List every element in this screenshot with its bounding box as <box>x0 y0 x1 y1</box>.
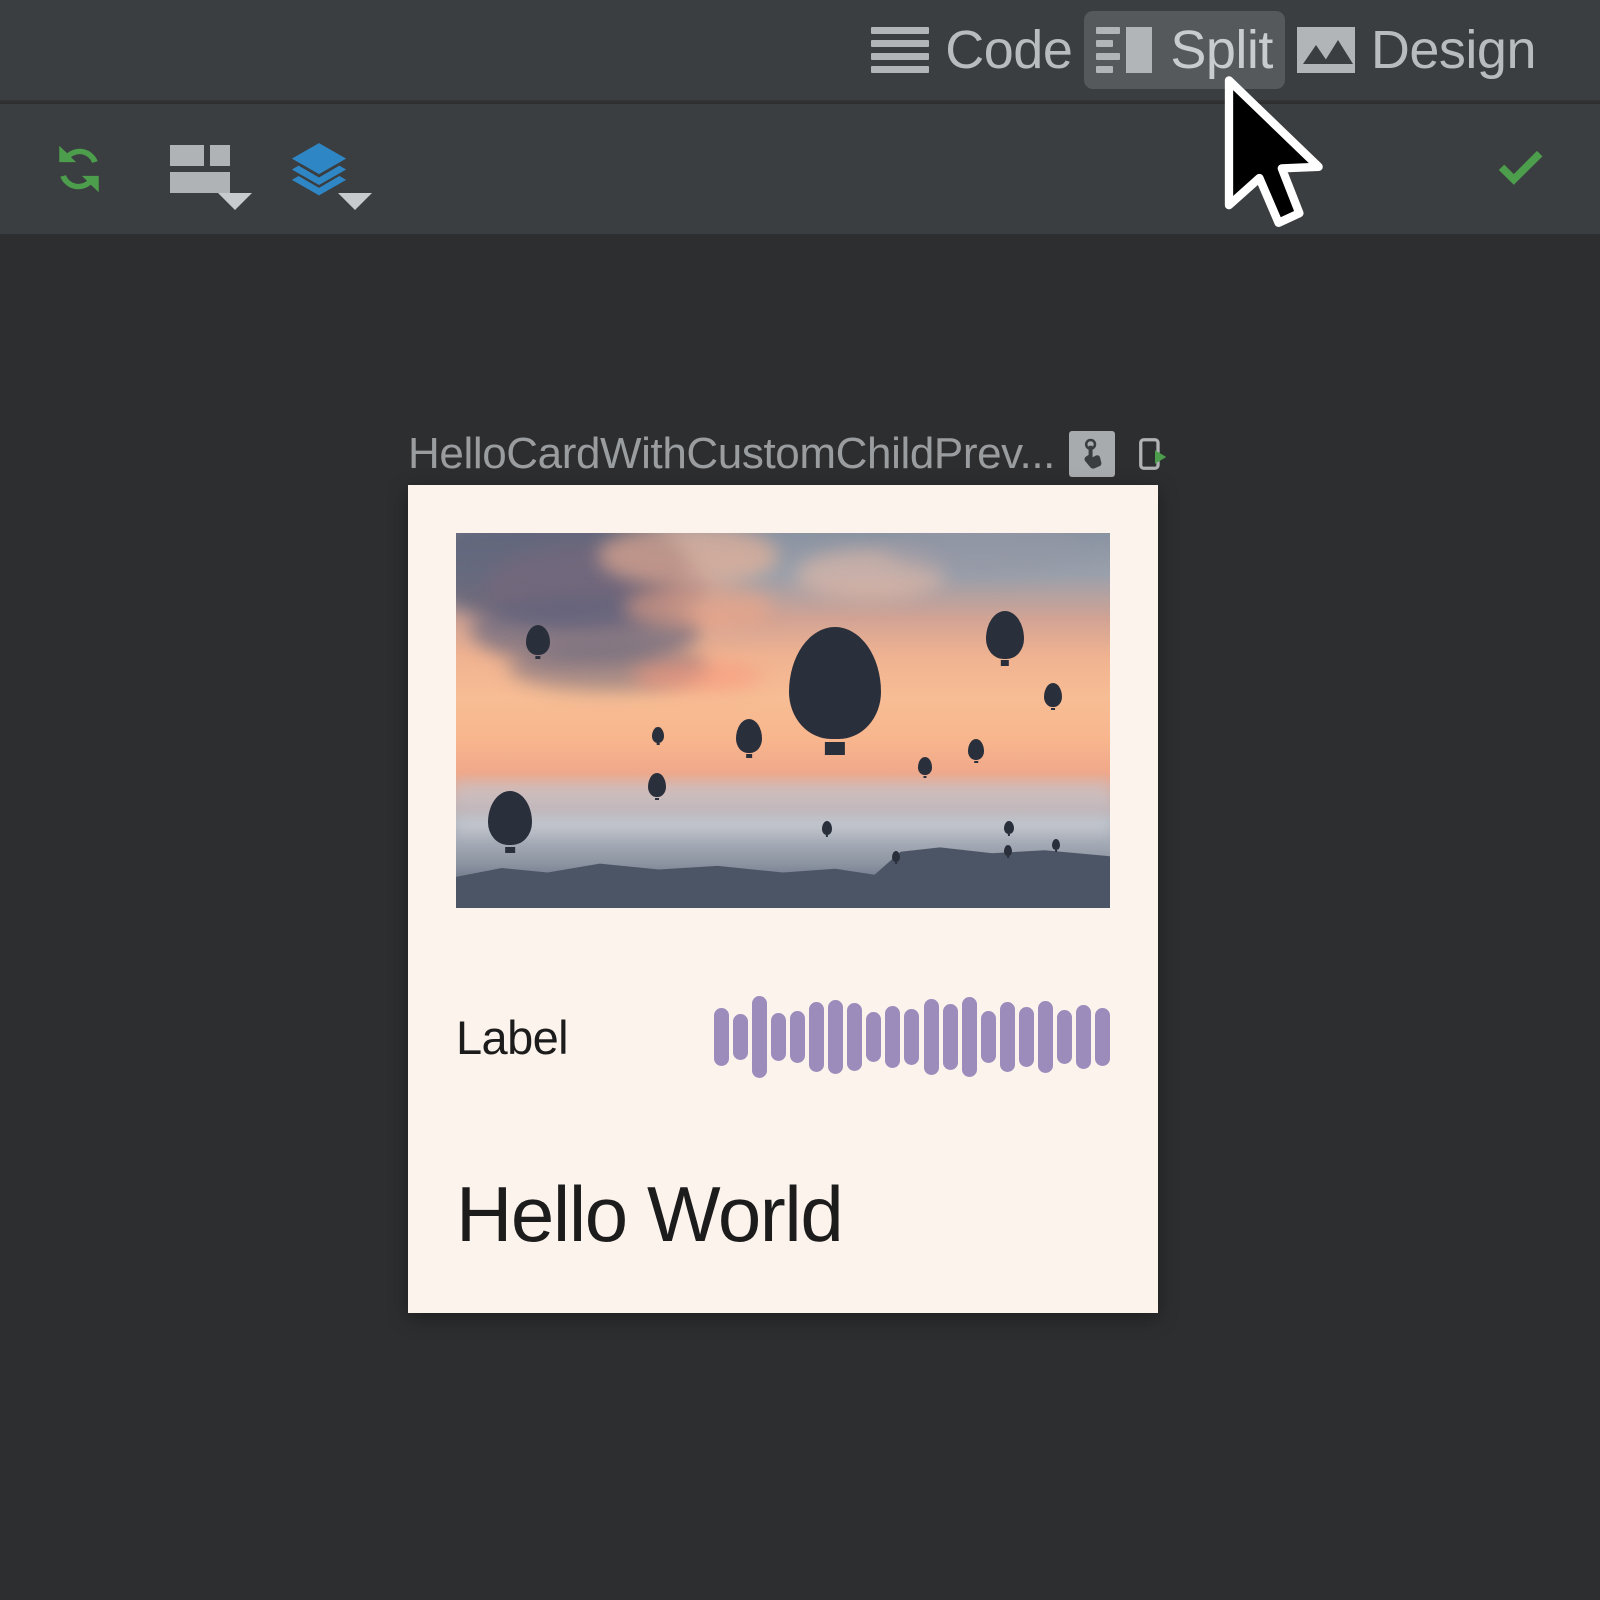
code-lines-icon <box>871 27 930 73</box>
waveform-bar <box>828 1000 844 1074</box>
card-title: Hello World <box>456 1170 844 1258</box>
mode-label-design: Design <box>1370 20 1537 80</box>
card-label: Label <box>456 1010 569 1064</box>
grid-layout-icon <box>170 145 230 193</box>
mode-button-split[interactable]: Split <box>1084 11 1285 89</box>
refresh-button[interactable] <box>42 132 116 206</box>
check-icon <box>1498 150 1543 185</box>
build-status-ok <box>1484 132 1558 206</box>
waveform-bar <box>999 1002 1015 1072</box>
waveform-bar <box>923 999 939 1075</box>
mode-button-code[interactable]: Code <box>859 11 1084 89</box>
chevron-down-icon[interactable] <box>218 193 252 210</box>
waveform-bar <box>771 1013 787 1061</box>
waveform-bar <box>942 1004 958 1070</box>
waveform-bar <box>847 1003 863 1071</box>
mode-label-code: Code <box>945 20 1073 80</box>
touch-pointer-icon <box>1084 438 1102 469</box>
design-image-icon <box>1296 27 1355 73</box>
waveform-bar <box>1094 1008 1110 1066</box>
waveform-bar <box>1056 1010 1072 1064</box>
interactive-mode-button[interactable] <box>1068 431 1115 477</box>
refresh-icon <box>59 145 99 193</box>
waveform-bar <box>790 1011 806 1063</box>
waveform-bar <box>1037 1001 1053 1073</box>
waveform-bar <box>866 1012 882 1062</box>
layers-icon <box>291 143 347 196</box>
compose-preview-card[interactable]: Label Hello World <box>408 485 1158 1313</box>
waveform-bar <box>714 1008 729 1066</box>
split-view-icon <box>1096 27 1154 73</box>
waveform-bar <box>961 997 977 1077</box>
waveform-bar <box>885 1006 901 1068</box>
view-layout-button[interactable] <box>162 132 252 210</box>
card-hero-image <box>456 533 1110 908</box>
mode-button-design[interactable]: Design <box>1285 11 1548 89</box>
preview-toolbar <box>0 104 1600 234</box>
waveform-bar <box>1075 1005 1091 1069</box>
waveform-bar <box>733 1014 749 1060</box>
preview-header: HelloCardWithCustomChildPrev... <box>408 424 1175 484</box>
run-on-device-button[interactable] <box>1129 431 1175 477</box>
audio-waveform[interactable] <box>714 985 1110 1089</box>
waveform-bar <box>980 1011 996 1063</box>
view-layers-button[interactable] <box>282 132 372 210</box>
waveform-bar <box>752 996 768 1078</box>
waveform-bar <box>1018 1007 1034 1067</box>
preview-window: Code Split Design HelloCardWithCustomChi… <box>0 0 1600 1600</box>
mode-label-split: Split <box>1170 20 1273 80</box>
toolbar-actions <box>42 132 372 210</box>
waveform-bar <box>809 1002 825 1072</box>
preview-canvas[interactable]: HelloCardWithCustomChildPrev... Label He… <box>0 236 1600 1600</box>
waveform-bar <box>904 1009 920 1065</box>
preview-title: HelloCardWithCustomChildPrev... <box>408 429 1055 478</box>
run-device-icon <box>1139 438 1167 470</box>
editor-mode-bar: Code Split Design <box>0 0 1600 102</box>
chevron-down-icon[interactable] <box>338 193 372 210</box>
card-label-row: Label <box>456 985 1110 1089</box>
